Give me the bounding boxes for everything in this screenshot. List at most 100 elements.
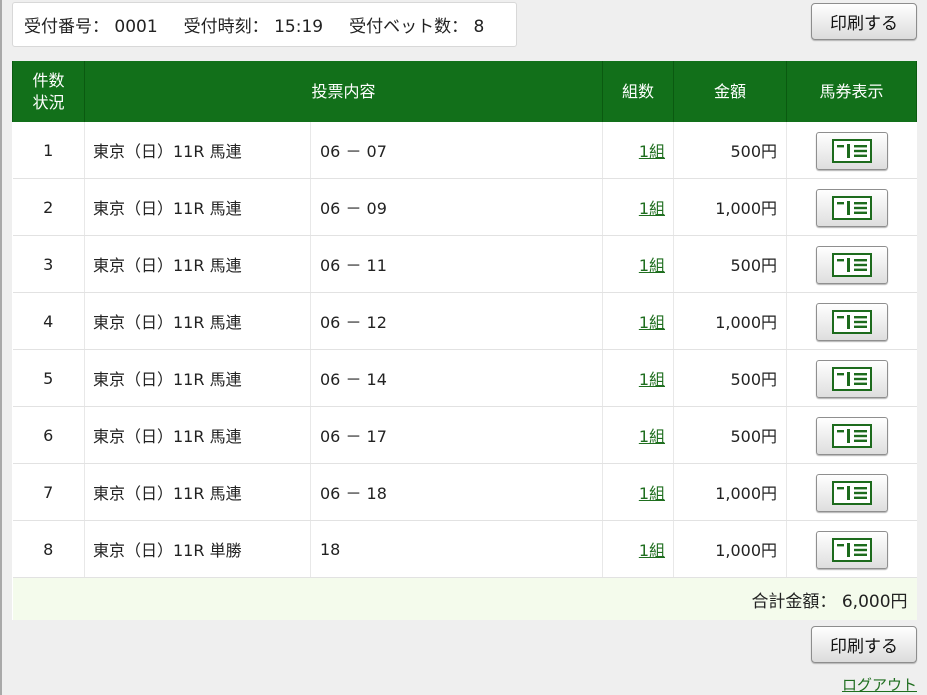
total-label: 合計金額： <box>751 591 837 612</box>
ticket-icon <box>831 537 872 562</box>
row-race: 東京（日）11R 馬連 <box>84 463 311 521</box>
logout-link[interactable]: ログアウト <box>842 674 917 695</box>
row-number: 6 <box>12 406 85 464</box>
row-kumi-cell: 1組 <box>602 122 674 179</box>
receipt-info-box: 受付番号： 0001 受付時刻： 15:19 受付ベット数： 8 <box>12 2 517 47</box>
row-combination: 06 － 14 <box>309 349 603 407</box>
row-kumi-link[interactable]: 1組 <box>639 313 665 332</box>
row-amount: 500円 <box>673 349 787 407</box>
row-ticket-cell <box>786 463 917 521</box>
print-button-top[interactable]: 印刷する <box>811 3 917 40</box>
bet-rows: 1 東京（日）11R 馬連 06 － 07 1組 500円 2 東京（日）11R 馬連 06 … <box>12 122 917 578</box>
ticket-view-button[interactable] <box>815 188 888 227</box>
row-number: 8 <box>12 520 85 578</box>
row-amount: 1,000円 <box>673 520 787 578</box>
row-kumi-cell: 1組 <box>602 463 674 521</box>
row-combination: 18 <box>309 520 603 578</box>
row-number: 7 <box>12 463 85 521</box>
receipt-time-label: 受付時刻： <box>183 17 269 37</box>
row-combination: 06 － 17 <box>309 406 603 464</box>
row-ticket-cell <box>786 178 917 236</box>
row-race: 東京（日）11R 馬連 <box>84 349 311 407</box>
row-ticket-cell <box>786 349 917 407</box>
row-combination: 06 － 11 <box>309 235 603 293</box>
ticket-view-button[interactable] <box>815 473 888 512</box>
row-amount: 500円 <box>673 406 787 464</box>
row-kumi-link[interactable]: 1組 <box>639 370 665 389</box>
ticket-view-button[interactable] <box>815 302 888 341</box>
row-combination: 06 － 12 <box>309 292 603 350</box>
ticket-view-button[interactable] <box>815 530 888 569</box>
row-number: 3 <box>12 235 85 293</box>
row-kumi-link[interactable]: 1組 <box>639 484 665 503</box>
row-ticket-cell <box>786 235 917 293</box>
table-row: 7 東京（日）11R 馬連 06 － 18 1組 1,000円 <box>12 463 917 521</box>
table-row: 8 東京（日）11R 単勝 18 1組 1,000円 <box>12 520 917 578</box>
header-ticket: 馬券表示 <box>786 61 918 122</box>
row-race: 東京（日）11R 馬連 <box>84 292 311 350</box>
ticket-view-button[interactable] <box>815 416 888 455</box>
row-kumi-link[interactable]: 1組 <box>639 427 665 446</box>
ticket-icon <box>831 423 872 448</box>
row-number: 4 <box>12 292 85 350</box>
row-number: 1 <box>12 122 85 179</box>
total-value: 6,000円 <box>841 591 908 612</box>
receipt-time-value: 15:19 <box>274 17 324 37</box>
row-kumi-link[interactable]: 1組 <box>639 256 665 275</box>
header-count-line2: 状況 <box>32 92 65 112</box>
row-kumi-cell: 1組 <box>602 520 674 578</box>
receipt-time-group: 受付時刻： 15:19 <box>184 12 323 37</box>
row-amount: 500円 <box>673 122 787 179</box>
receipt-number-value: 0001 <box>114 17 158 37</box>
row-amount: 500円 <box>673 235 787 293</box>
row-number: 5 <box>12 349 85 407</box>
row-ticket-cell <box>786 292 917 350</box>
row-race: 東京（日）11R 馬連 <box>84 122 311 179</box>
header-count-line1: 件数 <box>32 70 65 90</box>
row-combination: 06 － 07 <box>309 122 603 179</box>
row-kumi-cell: 1組 <box>602 406 674 464</box>
print-button-bottom[interactable]: 印刷する <box>811 626 917 663</box>
bet-count-value: 8 <box>473 17 485 37</box>
ticket-icon <box>831 138 872 163</box>
bet-count-group: 受付ベット数： 8 <box>349 12 484 37</box>
row-combination: 06 － 09 <box>309 178 603 236</box>
table-row: 5 東京（日）11R 馬連 06 － 14 1組 500円 <box>12 349 917 407</box>
ticket-view-button[interactable] <box>815 245 888 284</box>
window-edge <box>0 0 2 695</box>
header-content: 投票内容 <box>83 61 604 122</box>
row-ticket-cell <box>786 122 917 179</box>
total-row: 合計金額： 6,000円 <box>12 577 917 620</box>
receipt-number-label: 受付番号： <box>24 17 109 37</box>
row-number: 2 <box>12 178 85 236</box>
table-header-row: 件数 状況 投票内容 組数 金額 馬券表示 <box>12 61 918 122</box>
row-combination: 06 － 18 <box>309 463 603 521</box>
row-amount: 1,000円 <box>673 178 787 236</box>
row-ticket-cell <box>786 406 917 464</box>
row-kumi-cell: 1組 <box>602 292 674 350</box>
table-row: 3 東京（日）11R 馬連 06 － 11 1組 500円 <box>12 235 917 293</box>
total-cell: 合計金額： 6,000円 <box>12 577 917 620</box>
row-race: 東京（日）11R 馬連 <box>84 235 311 293</box>
row-race: 東京（日）11R 馬連 <box>84 178 311 236</box>
row-ticket-cell <box>786 520 917 578</box>
row-race: 東京（日）11R 馬連 <box>84 406 311 464</box>
ticket-view-button[interactable] <box>815 131 888 170</box>
row-race: 東京（日）11R 単勝 <box>84 520 311 578</box>
ticket-view-button[interactable] <box>815 359 888 398</box>
row-amount: 1,000円 <box>673 463 787 521</box>
row-kumi-cell: 1組 <box>602 235 674 293</box>
row-kumi-cell: 1組 <box>602 349 674 407</box>
table-row: 1 東京（日）11R 馬連 06 － 07 1組 500円 <box>12 122 917 179</box>
row-kumi-link[interactable]: 1組 <box>639 142 665 161</box>
row-kumi-link[interactable]: 1組 <box>639 199 665 218</box>
header-count-status: 件数 状況 <box>12 61 85 122</box>
header-amount: 金額 <box>673 61 788 122</box>
receipt-number-group: 受付番号： 0001 <box>24 12 158 37</box>
table-row: 4 東京（日）11R 馬連 06 － 12 1組 1,000円 <box>12 292 917 350</box>
ticket-icon <box>831 366 872 391</box>
row-kumi-link[interactable]: 1組 <box>639 541 665 560</box>
ticket-icon <box>831 480 872 505</box>
header-kumi: 組数 <box>602 61 675 122</box>
ticket-icon <box>831 195 872 220</box>
